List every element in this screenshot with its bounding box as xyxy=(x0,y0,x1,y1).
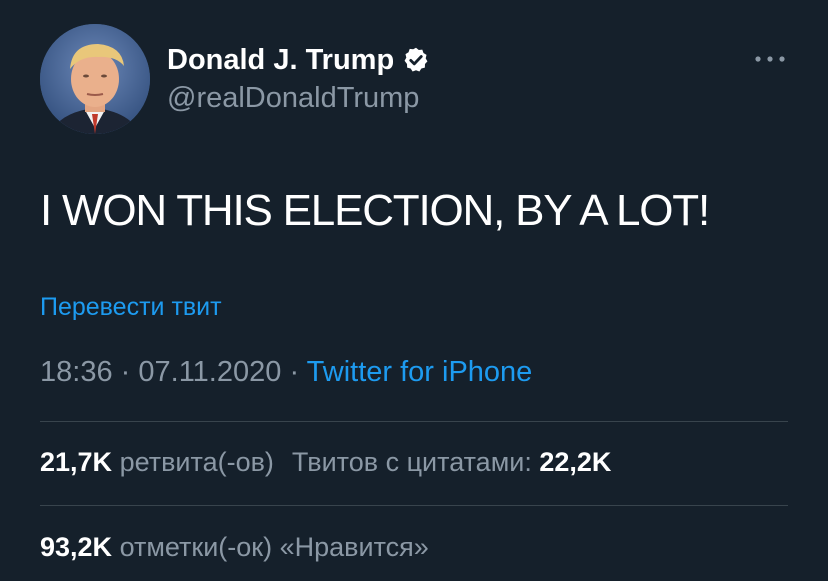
tweet-meta: 18:36 · 07.11.2020 · Twitter for iPhone xyxy=(40,356,532,389)
likes-label: отметки(-ок) «Нравится» xyxy=(119,532,429,562)
more-options-button[interactable] xyxy=(746,44,794,74)
likes-stat[interactable]: 93,2K отметки(-ок) «Нравится» xyxy=(40,532,429,562)
divider xyxy=(40,421,788,422)
meta-separator: · xyxy=(120,356,131,388)
stats-row-retweets: 21,7K ретвита(-ов) Твитов с цитатами: 22,… xyxy=(40,447,611,478)
retweets-label: ретвита(-ов) xyxy=(119,447,274,477)
stats-row-likes: 93,2K отметки(-ок) «Нравится» xyxy=(40,532,429,563)
quotes-count: 22,2K xyxy=(539,447,612,477)
translate-tweet-link[interactable]: Перевести твит xyxy=(40,293,222,322)
tweet-detail: Donald J. Trump @realDonaldTrump I WON T… xyxy=(0,0,828,581)
divider xyxy=(40,505,788,506)
likes-count: 93,2K xyxy=(40,532,113,562)
tweet-time[interactable]: 18:36 xyxy=(40,356,113,388)
retweets-stat[interactable]: 21,7K ретвита(-ов) xyxy=(40,447,274,477)
display-name-row: Donald J. Trump xyxy=(167,40,430,80)
meta-separator: · xyxy=(289,356,300,388)
avatar[interactable] xyxy=(40,24,150,134)
tweet-text: I WON THIS ELECTION, BY A LOT! xyxy=(40,186,710,235)
user-handle[interactable]: @realDonaldTrump xyxy=(167,82,419,115)
tweet-source-link[interactable]: Twitter for iPhone xyxy=(307,356,533,388)
retweets-count: 21,7K xyxy=(40,447,113,477)
tweet-date[interactable]: 07.11.2020 xyxy=(138,356,281,388)
avatar-image xyxy=(40,24,150,134)
quotes-stat[interactable]: Твитов с цитатами: 22,2K xyxy=(292,447,612,477)
verified-badge-icon xyxy=(402,46,430,74)
quotes-label: Твитов с цитатами: xyxy=(291,447,532,477)
display-name[interactable]: Donald J. Trump xyxy=(167,44,394,77)
more-horizontal-icon xyxy=(755,56,785,62)
